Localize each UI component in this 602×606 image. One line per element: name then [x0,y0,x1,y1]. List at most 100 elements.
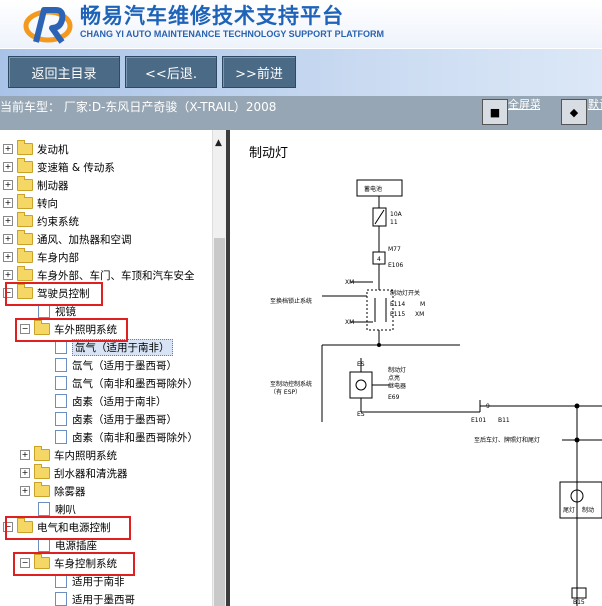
document-icon [38,502,50,516]
relay-label-1: 制动灯 [388,366,406,374]
xm-right-label: XM [415,311,424,318]
es-top-label: ES [357,361,365,368]
folder-icon [34,464,50,479]
folder-icon [17,248,33,263]
xm-top-label: XM [345,279,354,286]
xm-bottom-label: XM [345,319,354,326]
tree-item[interactable]: 卤素（适用于墨西哥） [55,410,177,428]
tree-item[interactable]: 氙气（适用于墨西哥） [55,356,177,374]
to-brake-control-label: 至制动控制系统 [270,380,312,388]
folder-icon [17,140,33,155]
document-icon [55,394,67,408]
tree-item[interactable]: 氙气（南非和墨西哥除外） [55,374,198,392]
expand-icon[interactable]: + [3,162,13,172]
expand-icon[interactable]: + [3,216,13,226]
tree-item[interactable]: + 转向 [3,194,58,212]
folder-icon [17,266,33,281]
document-icon [55,376,67,390]
connector-e101: E101 [471,417,486,424]
site-title: 畅易汽车维修技术支持平台 [80,4,344,28]
document-icon [38,304,50,318]
tree-scrollbar[interactable]: ▲ [212,130,227,606]
to-shiftlock-label: 至换档锁止系统 [270,297,312,305]
to-brake-control-sub: （有 ESP） [270,388,301,396]
relay-label-2: 点亮 [388,374,400,382]
tree-item[interactable]: + 车内照明系统 [20,446,117,464]
tree-item[interactable]: 卤素（南非和墨西哥除外） [55,428,198,446]
current-model: 当前车型： 厂家:D-东风日产奇骏（X-TRAIL）2008 [0,100,277,114]
connector-e69: E69 [388,394,400,401]
tree-item[interactable]: + 通风、加热器和空调 [3,230,132,248]
tree-item[interactable]: + 约束系统 [3,212,79,230]
tree-item[interactable]: 适用于墨西哥 [55,590,135,606]
expand-icon[interactable]: + [3,270,13,280]
expand-icon[interactable]: + [20,486,30,496]
document-icon [38,538,50,552]
battery-label: 蓄电池 [364,185,382,193]
connector-e114: E114 [390,301,405,308]
to-tail-lamp-label: 至后车灯、牌照灯和尾灯 [474,436,540,444]
tree-item[interactable]: 卤素（适用于南非） [55,392,167,410]
document-icon [55,358,67,372]
connector-e115: E115 [390,311,405,318]
folder-icon [17,158,33,173]
brake-switch-label: 制动灯开关 [390,289,420,297]
expand-icon[interactable]: + [3,252,13,262]
folder-icon [17,194,33,209]
navigation-tree: + 发动机 + 变速箱 & 传动系 + 制动器 + 转向 + 约束系统 + 通风、加热器和空… [0,130,226,606]
connector-b11: B11 [498,417,510,424]
highlight-box [5,282,103,306]
tree-item[interactable]: + 刮水器和清洗器 [20,464,128,482]
diagram-pane: 制动灯 蓄电池 10A 11 M77 4 E106 XM XM 制动灯开关 E1… [230,130,602,606]
brake-lamp-label: 制动 [582,506,594,514]
tree-item[interactable]: + 发动机 [3,140,69,158]
relay-label-3: 继电器 [388,382,406,390]
back-button[interactable]: <<后退. [125,56,217,88]
fuse-amp-label: 10A [390,211,403,218]
highlight-box [5,516,131,540]
home-button[interactable]: 返回主目录 [8,56,120,88]
connector-e106: E106 [388,262,403,269]
wiring-diagram: 蓄电池 10A 11 M77 4 E106 XM XM 制动灯开关 E114 M… [270,179,602,606]
folder-icon [17,176,33,191]
highlight-box [15,318,128,342]
forward-button[interactable]: >>前进 [222,56,296,88]
folder-icon [34,446,50,461]
es-bottom-label: ES [357,411,365,418]
fullscreen-icon[interactable]: ■ [482,99,508,125]
tree-item[interactable]: + 车身内部 [3,248,79,266]
connector-b15: B15 [573,599,585,606]
expand-icon[interactable]: + [3,180,13,190]
pin-4-label: 4 [377,256,381,263]
scrollbar-thumb[interactable] [214,238,225,606]
default-view-icon[interactable]: ◆ [561,99,587,125]
document-icon [55,592,67,606]
document-icon [55,412,67,426]
fullscreen-menu-link[interactable]: 全屏菜单 [508,98,540,111]
expand-icon[interactable]: + [3,234,13,244]
document-icon [55,430,67,444]
connector-m77: M77 [388,246,401,253]
m-label: M [420,301,425,308]
expand-icon[interactable]: + [3,144,13,154]
site-subtitle: CHANG YI AUTO MAINTENANCE TECHNOLOGY SUP… [80,29,385,39]
tree-item[interactable]: + 变速箱 & 传动系 [3,158,115,176]
document-icon [55,574,67,588]
highlight-box [13,552,135,576]
document-icon [55,340,67,354]
tail-lamp-label: 尾灯 [563,506,575,514]
default-view-link[interactable]: 默认视图 [588,98,602,111]
expand-icon[interactable]: + [20,450,30,460]
tree-item[interactable]: + 除雾器 [20,482,86,500]
folder-icon [34,482,50,497]
expand-icon[interactable]: + [20,468,30,478]
folder-icon [17,230,33,245]
pin-9-label: 9 [486,403,490,410]
header-banner: 畅易汽车维修技术支持平台 CHANG YI AUTO MAINTENANCE T… [0,0,602,48]
scroll-up-icon[interactable]: ▲ [215,138,222,148]
logo-icon [23,7,73,44]
toolbar: 返回主目录 <<后退. >>前进 [0,48,602,97]
fuse-number-label: 11 [390,219,398,226]
expand-icon[interactable]: + [3,198,13,208]
tree-item[interactable]: + 制动器 [3,176,69,194]
